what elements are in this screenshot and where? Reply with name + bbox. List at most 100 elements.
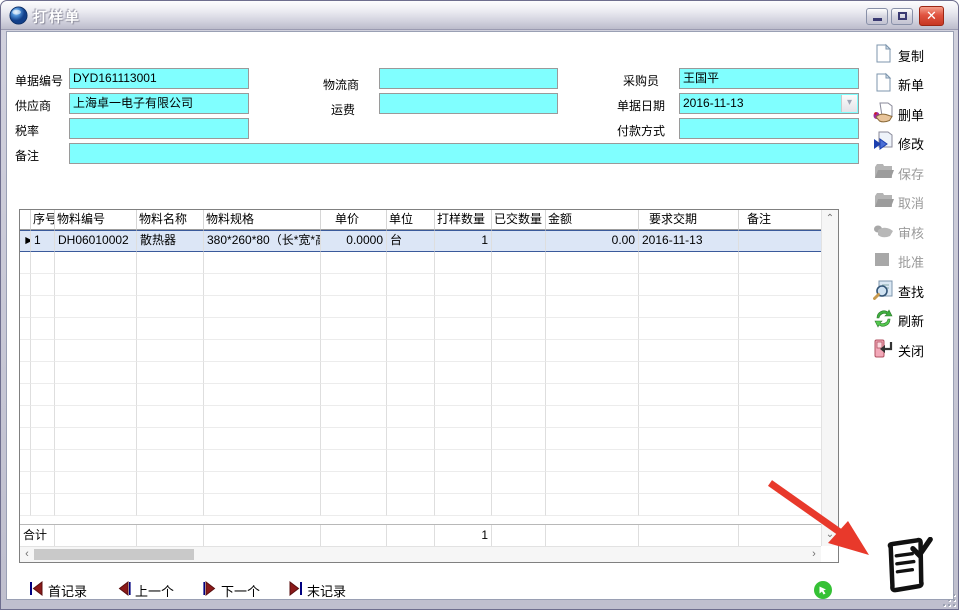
maximize-button[interactable] — [891, 8, 913, 25]
close-form-icon — [873, 338, 894, 359]
cell-name: 散热器 — [137, 230, 204, 252]
table-row-empty[interactable] — [20, 384, 821, 406]
scroll-right-icon[interactable]: › — [807, 547, 821, 562]
payment-field[interactable] — [679, 118, 859, 139]
payment-label: 付款方式 — [617, 122, 665, 139]
total-label: 合计 — [20, 525, 55, 546]
modify-icon — [873, 131, 894, 152]
chevron-down-icon[interactable]: ▾ — [841, 95, 857, 112]
cancel-button[interactable]: 取消 — [873, 190, 955, 212]
table-viewport: 序号 物料编号 物料名称 物料规格 单价 单位 打样数量 已交数量 金额 要求交… — [20, 210, 821, 546]
cancel-icon — [873, 190, 894, 211]
doc-date-label: 单据日期 — [617, 97, 665, 114]
table-row-empty[interactable] — [20, 362, 821, 384]
col-code[interactable]: 物料编号 — [55, 210, 137, 230]
find-icon — [873, 279, 894, 300]
table-row-empty[interactable] — [20, 494, 821, 516]
remarks-field[interactable] — [69, 143, 859, 164]
app-globe-icon — [9, 6, 28, 25]
table-row-empty[interactable] — [20, 428, 821, 450]
scroll-down-icon[interactable]: ⌄ — [822, 528, 838, 544]
first-record-icon — [29, 581, 45, 596]
refresh-icon — [873, 308, 894, 329]
doc-date-field[interactable]: 2016-11-13 ▾ — [679, 93, 859, 114]
table-row-empty[interactable] — [20, 472, 821, 494]
cell-unit: 台 — [387, 230, 435, 252]
purchaser-field[interactable]: 王国平 — [679, 68, 859, 89]
window-title: 打样单 — [33, 7, 81, 27]
new-doc-icon — [873, 72, 894, 93]
copy-icon — [873, 43, 894, 64]
row-selector-header[interactable] — [20, 210, 31, 230]
copy-button[interactable]: 复制 — [873, 43, 955, 65]
scroll-left-icon[interactable]: ‹ — [20, 547, 34, 562]
horizontal-scroll-thumb[interactable] — [34, 549, 194, 560]
close-form-button[interactable]: 关闭 — [873, 338, 955, 360]
delete-doc-button[interactable]: 删单 — [873, 102, 955, 124]
cell-amount: 0.00 — [546, 230, 639, 252]
cell-spec: 380*260*80（长*宽*高） — [204, 230, 321, 252]
doc-no-label: 单据编号 — [15, 72, 63, 89]
approve-button[interactable]: 批准 — [873, 249, 955, 271]
horizontal-scrollbar[interactable]: ‹ › — [20, 546, 821, 562]
find-button[interactable]: 查找 — [873, 279, 955, 301]
col-spec[interactable]: 物料规格 — [204, 210, 321, 230]
sketch-notepad-icon — [883, 537, 933, 593]
doc-no-field[interactable]: DYD161113001 — [69, 68, 249, 89]
audit-icon — [873, 220, 894, 241]
col-price[interactable]: 单价 — [321, 210, 387, 230]
cell-qty: 1 — [435, 230, 492, 252]
cell-note — [739, 230, 821, 252]
freight-field[interactable] — [379, 93, 558, 114]
last-record-icon — [288, 581, 304, 596]
col-unit[interactable]: 单位 — [387, 210, 435, 230]
previous-record-icon — [116, 581, 132, 596]
app-window: 打样单 ✕ 单据编号 供应商 税率 备注 物流商 运费 采购员 单据日期 付款方… — [0, 0, 959, 610]
remarks-label: 备注 — [15, 147, 39, 164]
col-seq[interactable]: 序号 — [31, 210, 55, 230]
purchaser-label: 采购员 — [623, 72, 659, 89]
record-navigation: 首记录 上一个 下一个 末记录 — [1, 579, 861, 603]
table-total-row: 合计 1 — [20, 524, 823, 546]
cell-due-date: 2016-11-13 — [639, 230, 739, 252]
table-row-empty[interactable] — [20, 340, 821, 362]
col-note[interactable]: 备注 — [739, 210, 821, 230]
green-edit-badge-icon[interactable] — [813, 580, 833, 600]
col-qty[interactable]: 打样数量 — [435, 210, 492, 230]
items-table: 序号 物料编号 物料名称 物料规格 单价 单位 打样数量 已交数量 金额 要求交… — [19, 209, 839, 563]
close-icon[interactable]: ✕ — [919, 6, 944, 26]
supplier-label: 供应商 — [15, 97, 51, 114]
new-doc-button[interactable]: 新单 — [873, 72, 955, 94]
col-delivered[interactable]: 已交数量 — [492, 210, 546, 230]
table-row-selected[interactable]: ► 1 DH06010002 散热器 380*260*80（长*宽*高） 0.0… — [20, 230, 821, 252]
col-name[interactable]: 物料名称 — [137, 210, 204, 230]
current-row-marker-icon: ► — [20, 230, 31, 252]
table-row-empty[interactable] — [20, 450, 821, 472]
cell-seq: 1 — [31, 230, 55, 252]
cell-code: DH06010002 — [55, 230, 137, 252]
resize-grip[interactable] — [941, 592, 955, 606]
tax-rate-field[interactable] — [69, 118, 249, 139]
minimize-button[interactable] — [866, 8, 888, 25]
title-bar: 打样单 ✕ — [1, 1, 958, 30]
freight-label: 运费 — [331, 101, 355, 118]
refresh-button[interactable]: 刷新 — [873, 308, 955, 330]
col-amount[interactable]: 金额 — [546, 210, 639, 230]
table-row-empty[interactable] — [20, 252, 821, 274]
table-row-empty[interactable] — [20, 406, 821, 428]
table-row-empty[interactable] — [20, 318, 821, 340]
save-icon — [873, 161, 894, 182]
scroll-up-icon[interactable]: ⌃ — [822, 212, 838, 228]
tax-rate-label: 税率 — [15, 122, 39, 139]
audit-button[interactable]: 审核 — [873, 220, 955, 242]
vertical-scrollbar[interactable]: ⌃ ⌄ — [821, 210, 838, 546]
logistics-field[interactable] — [379, 68, 558, 89]
table-header: 序号 物料编号 物料名称 物料规格 单价 单位 打样数量 已交数量 金额 要求交… — [20, 210, 821, 230]
modify-button[interactable]: 修改 — [873, 131, 955, 153]
save-button[interactable]: 保存 — [873, 161, 955, 183]
table-row-empty[interactable] — [20, 296, 821, 318]
supplier-field[interactable]: 上海卓一电子有限公司 — [69, 93, 249, 114]
col-due-date[interactable]: 要求交期 — [639, 210, 739, 230]
table-row-empty[interactable] — [20, 274, 821, 296]
cell-delivered — [492, 230, 546, 252]
